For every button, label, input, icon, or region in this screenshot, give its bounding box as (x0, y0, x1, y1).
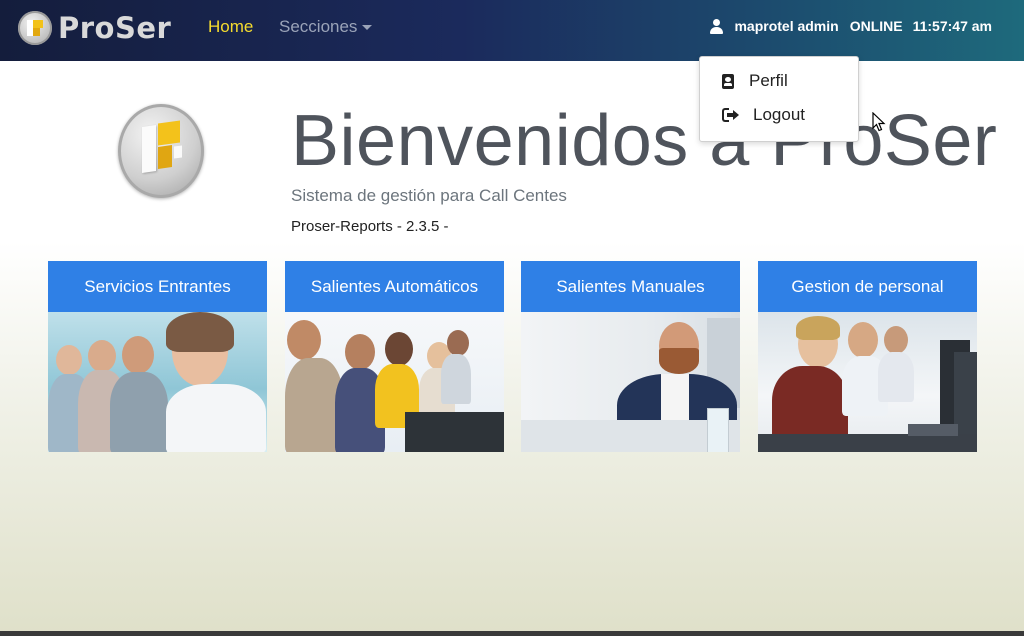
page-subtitle: Sistema de gestión para Call Centes (291, 186, 567, 205)
nav-secciones-dropdown[interactable]: Secciones (279, 17, 373, 37)
card-servicios-entrantes[interactable]: Servicios Entrantes (48, 261, 267, 452)
user-dropdown-menu: Perfil Logout (699, 56, 859, 142)
dropdown-item-perfil[interactable]: Perfil (722, 70, 788, 92)
page-title: Bienvenidos a ProSer (291, 101, 998, 181)
profile-card-icon (722, 73, 734, 89)
user-name-toggle[interactable]: maprotel admin (734, 18, 838, 34)
card-salientes-automaticos-image[interactable] (285, 312, 504, 452)
card-servicios-entrantes-image[interactable] (48, 312, 267, 452)
caret-down-icon (362, 25, 373, 31)
dropdown-item-perfil-label: Perfil (749, 71, 788, 90)
brand-name: ProSer (58, 11, 172, 45)
card-gestion-de-personal[interactable]: Gestion de personal (758, 261, 977, 452)
dropdown-item-logout[interactable]: Logout (722, 104, 805, 126)
card-gestion-de-personal-image[interactable] (758, 312, 977, 452)
card-gestion-de-personal-header[interactable]: Gestion de personal (758, 261, 977, 312)
brand-logo[interactable]: ProSer (18, 8, 171, 48)
proser-logo-icon (18, 11, 52, 45)
card-salientes-manuales-header[interactable]: Salientes Manuales (521, 261, 740, 312)
clock: 11:57:47 am (912, 18, 992, 34)
dropdown-item-logout-label: Logout (753, 105, 805, 124)
card-salientes-automaticos[interactable]: Salientes Automáticos (285, 261, 504, 452)
sign-out-icon (722, 108, 739, 122)
user-icon[interactable] (710, 18, 724, 34)
nav-home-link[interactable]: Home (208, 17, 253, 37)
card-salientes-manuales[interactable]: Salientes Manuales (521, 261, 740, 452)
app-version: Proser-Reports - 2.3.5 - (291, 218, 449, 235)
taskbar-edge (0, 631, 1024, 636)
user-menu-area: maprotel admin ONLINE 11:57:47 am (710, 18, 992, 34)
online-status: ONLINE (849, 18, 903, 34)
top-navbar: ProSer Home Secciones maprotel admin ONL… (0, 0, 1024, 61)
card-salientes-manuales-image[interactable] (521, 312, 740, 452)
proser-hero-logo (118, 104, 204, 198)
card-salientes-automaticos-header[interactable]: Salientes Automáticos (285, 261, 504, 312)
card-servicios-entrantes-header[interactable]: Servicios Entrantes (48, 261, 267, 312)
mouse-cursor-icon (872, 112, 886, 132)
nav-secciones-label: Secciones (279, 17, 358, 36)
